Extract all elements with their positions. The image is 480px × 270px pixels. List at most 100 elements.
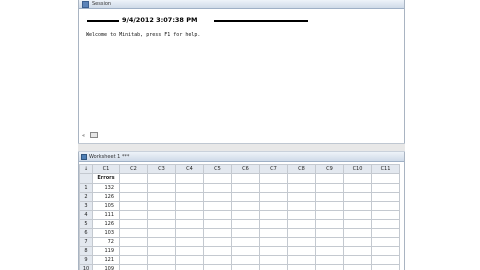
- data-cell[interactable]: [119, 255, 148, 265]
- data-cell[interactable]: [231, 255, 260, 265]
- data-cell[interactable]: 103: [92, 228, 120, 238]
- data-cell[interactable]: [371, 255, 400, 265]
- data-cell[interactable]: [175, 255, 204, 265]
- data-cell[interactable]: [343, 246, 372, 256]
- data-cell[interactable]: [259, 237, 288, 247]
- data-cell[interactable]: [315, 255, 344, 265]
- data-cell[interactable]: [315, 246, 344, 256]
- column-header[interactable]: C1: [92, 164, 120, 174]
- column-header[interactable]: C3: [147, 164, 176, 174]
- data-cell[interactable]: [119, 201, 148, 211]
- data-cell[interactable]: [343, 228, 372, 238]
- data-cell[interactable]: [175, 246, 204, 256]
- data-cell[interactable]: [231, 210, 260, 220]
- data-cell[interactable]: 111: [92, 210, 120, 220]
- session-command-box[interactable]: [90, 132, 98, 138]
- data-cell[interactable]: [287, 210, 316, 220]
- data-cell[interactable]: [287, 228, 316, 238]
- data-cell[interactable]: [287, 183, 316, 193]
- data-cell[interactable]: 119: [92, 246, 120, 256]
- column-name-cell[interactable]: [175, 173, 204, 184]
- data-cell[interactable]: 132: [92, 183, 120, 193]
- column-header[interactable]: C4: [175, 164, 204, 174]
- data-cell[interactable]: [315, 219, 344, 229]
- data-cell[interactable]: [343, 237, 372, 247]
- data-cell[interactable]: [119, 264, 148, 270]
- data-cell[interactable]: [287, 192, 316, 202]
- data-cell[interactable]: [343, 264, 372, 270]
- data-cell[interactable]: [371, 246, 400, 256]
- column-name-cell[interactable]: [287, 173, 316, 184]
- row-number[interactable]: 8: [79, 246, 93, 256]
- row-number[interactable]: 1: [79, 183, 93, 193]
- data-cell[interactable]: [315, 210, 344, 220]
- data-cell[interactable]: 109: [92, 264, 120, 270]
- worksheet-title-bar[interactable]: Worksheet 1 ***: [79, 152, 404, 162]
- column-name-cell[interactable]: [315, 173, 344, 184]
- data-cell[interactable]: [259, 183, 288, 193]
- data-cell[interactable]: 121: [92, 255, 120, 265]
- column-header[interactable]: C2: [119, 164, 148, 174]
- data-cell[interactable]: [175, 201, 204, 211]
- data-cell[interactable]: 72: [92, 237, 120, 247]
- data-cell[interactable]: [175, 264, 204, 270]
- row-number[interactable]: 6: [79, 228, 93, 238]
- data-cell[interactable]: [147, 183, 176, 193]
- data-cell[interactable]: [315, 264, 344, 270]
- data-cell[interactable]: [315, 183, 344, 193]
- row-number[interactable]: 7: [79, 237, 93, 247]
- data-cell[interactable]: [231, 228, 260, 238]
- data-cell[interactable]: [119, 192, 148, 202]
- data-cell[interactable]: [203, 255, 232, 265]
- column-header[interactable]: C8: [287, 164, 316, 174]
- data-cell[interactable]: [231, 237, 260, 247]
- data-cell[interactable]: [343, 192, 372, 202]
- session-title-bar[interactable]: Session: [79, 0, 404, 9]
- row-number[interactable]: 3: [79, 201, 93, 211]
- data-cell[interactable]: [371, 201, 400, 211]
- data-cell[interactable]: [231, 201, 260, 211]
- data-cell[interactable]: [343, 255, 372, 265]
- data-cell[interactable]: [371, 192, 400, 202]
- data-cell[interactable]: [287, 237, 316, 247]
- data-cell[interactable]: [175, 228, 204, 238]
- data-cell[interactable]: 105: [92, 201, 120, 211]
- column-header[interactable]: C6: [231, 164, 260, 174]
- data-cell[interactable]: [147, 246, 176, 256]
- data-cell[interactable]: [175, 219, 204, 229]
- data-cell[interactable]: [343, 183, 372, 193]
- data-cell[interactable]: [147, 228, 176, 238]
- data-cell[interactable]: [287, 201, 316, 211]
- column-header[interactable]: C11: [371, 164, 400, 174]
- data-cell[interactable]: [259, 219, 288, 229]
- data-cell[interactable]: [259, 201, 288, 211]
- column-header[interactable]: C5: [203, 164, 232, 174]
- data-cell[interactable]: [203, 192, 232, 202]
- data-cell[interactable]: [259, 228, 288, 238]
- data-cell[interactable]: [371, 183, 400, 193]
- data-cell[interactable]: [203, 219, 232, 229]
- data-cell[interactable]: [203, 264, 232, 270]
- data-cell[interactable]: [147, 219, 176, 229]
- data-cell[interactable]: [371, 210, 400, 220]
- data-cell[interactable]: [231, 264, 260, 270]
- column-name-cell[interactable]: [259, 173, 288, 184]
- data-cell[interactable]: [175, 210, 204, 220]
- data-cell[interactable]: 126: [92, 219, 120, 229]
- data-cell[interactable]: [343, 201, 372, 211]
- data-cell[interactable]: [203, 237, 232, 247]
- data-cell[interactable]: [203, 246, 232, 256]
- data-cell[interactable]: [259, 264, 288, 270]
- data-cell[interactable]: [371, 237, 400, 247]
- data-cell[interactable]: [231, 183, 260, 193]
- row-number[interactable]: 9: [79, 255, 93, 265]
- data-cell[interactable]: [147, 210, 176, 220]
- column-name-cell[interactable]: [343, 173, 372, 184]
- row-number[interactable]: 4: [79, 210, 93, 220]
- row-number[interactable]: 5: [79, 219, 93, 229]
- data-cell[interactable]: [203, 210, 232, 220]
- data-cell[interactable]: [119, 246, 148, 256]
- data-cell[interactable]: [147, 192, 176, 202]
- data-cell[interactable]: [119, 219, 148, 229]
- data-cell[interactable]: [259, 246, 288, 256]
